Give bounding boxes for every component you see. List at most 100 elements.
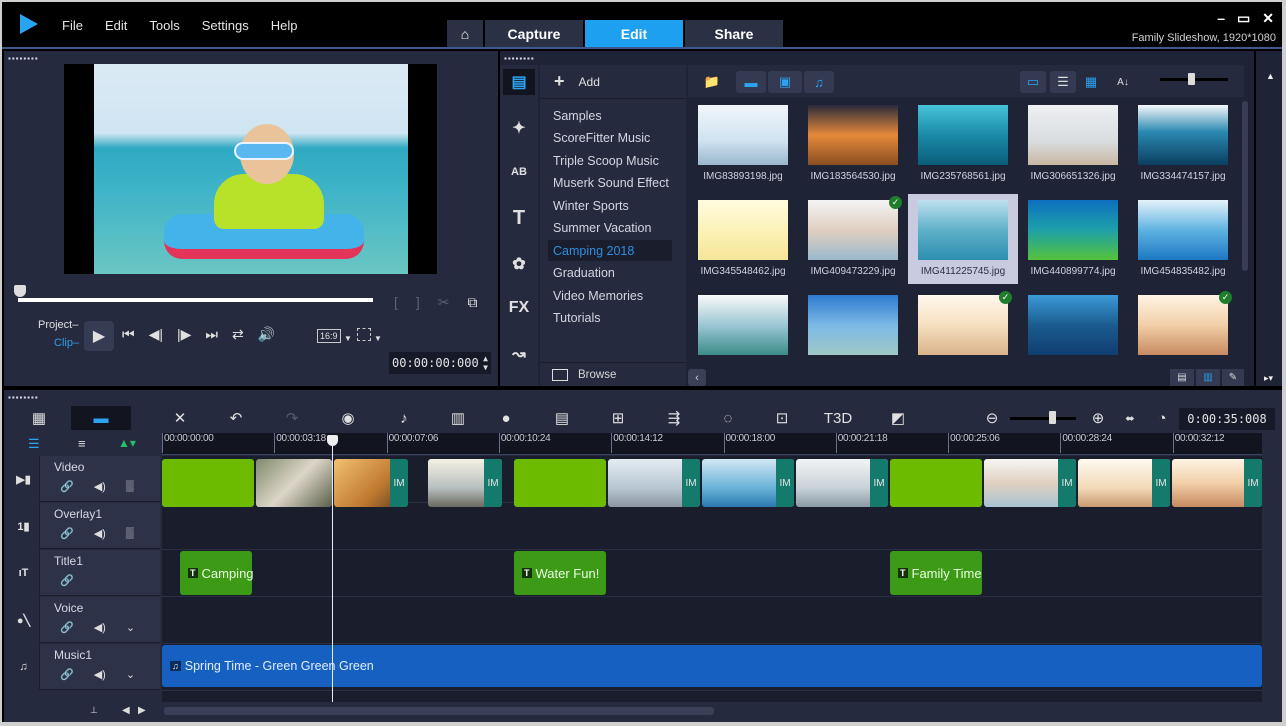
add-folder-button[interactable]: + Add (540, 65, 686, 99)
timeline-zoom-slider[interactable] (1010, 417, 1076, 420)
mute-icon[interactable]: ◀) (94, 668, 106, 681)
chevron-down-icon[interactable]: ▼ (374, 334, 382, 343)
tools-icon[interactable]: ✕ (168, 406, 192, 430)
folder-item-active[interactable]: Camping 2018 (548, 240, 672, 261)
mode-project[interactable]: Project– (38, 319, 78, 331)
playhead[interactable] (332, 436, 333, 702)
time-remapping-icon[interactable]: ⇶ (662, 406, 686, 430)
photo-clip[interactable]: IM (334, 459, 408, 507)
media-thumbnail[interactable] (1018, 289, 1128, 379)
mute-icon[interactable]: ◀) (94, 527, 106, 540)
auto-music-icon[interactable]: ▥ (446, 406, 470, 430)
minimize-button[interactable]: – (1217, 10, 1225, 27)
selection-tool-icon[interactable] (357, 328, 371, 341)
sound-mixer-icon[interactable]: ♪ (392, 406, 416, 430)
options-icon[interactable]: ▤ (1170, 369, 1194, 386)
scroll-left-icon[interactable]: ◀ (122, 705, 130, 716)
link-icon[interactable]: 🔗 (60, 480, 74, 493)
photo-clip[interactable]: IM (608, 459, 700, 507)
record-capture-icon[interactable]: ◉ (336, 406, 360, 430)
prev-frame-icon[interactable]: ◀| (149, 326, 163, 343)
folder-item[interactable]: Summer Vacation (548, 217, 672, 238)
repeat-icon[interactable]: ⇄ (232, 326, 244, 343)
folder-item[interactable]: Tutorials (548, 307, 672, 328)
chevron-down-icon[interactable]: ▼ (344, 334, 352, 343)
title-clip[interactable]: T Water Fun! (514, 551, 606, 595)
menu-help[interactable]: Help (271, 18, 298, 33)
track-header-voice[interactable]: ●╲ Voice 🔗 ◀) ⌄ (8, 597, 160, 643)
close-button[interactable]: ✕ (1262, 10, 1274, 27)
title-clip[interactable]: T Camping (180, 551, 254, 595)
menu-file[interactable]: File (62, 18, 83, 33)
media-thumbnail[interactable]: IMG334474157.jpg (1128, 99, 1238, 189)
mask-icon[interactable]: ● (494, 406, 518, 430)
collapse-left-button[interactable]: ‹ (688, 369, 706, 386)
media-thumbnail[interactable]: ✓ (1128, 289, 1238, 379)
restore-button[interactable]: ▭ (1237, 10, 1250, 27)
photo-clip[interactable]: IM (1172, 459, 1262, 507)
track-header-overlay1[interactable]: 1▮ Overlay1 🔗 ◀) ▒ (8, 503, 160, 549)
panel-grip[interactable]: ▪▪▪▪▪▪▪▪ (504, 54, 535, 63)
panel-grip[interactable]: ▪▪▪▪▪▪▪▪ (8, 393, 39, 402)
library-scrollbar[interactable] (1242, 101, 1248, 271)
tab-edit[interactable]: Edit (585, 20, 683, 48)
3d-title-icon[interactable]: T3D (824, 406, 852, 430)
scrubber-handle[interactable] (14, 285, 26, 297)
photo-clip[interactable] (256, 459, 332, 507)
multi-camera-icon[interactable]: ⊞ (606, 406, 630, 430)
path-icon[interactable]: ↝ (503, 341, 535, 367)
storyboard-view-icon[interactable]: ▦ (24, 406, 54, 430)
media-thumbnail[interactable]: IMG235768561.jpg (908, 99, 1018, 189)
title-clip[interactable]: T Family Time (890, 551, 982, 595)
list-view-icon[interactable]: ☰ (1050, 71, 1076, 93)
link-icon[interactable]: 🔗 (60, 574, 74, 587)
grid-view-icon[interactable]: ▦ (1078, 71, 1104, 93)
menu-tools[interactable]: Tools (149, 18, 179, 33)
media-thumbnail[interactable] (798, 289, 908, 379)
scroll-down-icon[interactable]: ▸▾ (1264, 373, 1273, 384)
mute-icon[interactable]: ◀) (94, 621, 106, 634)
zoom-in-icon[interactable]: ⊕ (1088, 406, 1108, 430)
scrubber-bar[interactable] (18, 298, 373, 302)
split-icon[interactable]: ✂ (438, 294, 450, 311)
timeline-scrollbar[interactable] (164, 707, 714, 715)
photo-clip[interactable]: IM (1078, 459, 1170, 507)
folder-item[interactable]: Samples (548, 105, 672, 126)
tab-share[interactable]: Share (685, 20, 783, 48)
thumbnail-view-icon[interactable]: ▭ (1020, 71, 1046, 93)
timeline-view-icon[interactable]: ▬ (71, 406, 131, 430)
ripple-edit-icon[interactable]: ▒ (126, 527, 134, 540)
track-header-title1[interactable]: ıT Title1 🔗 (8, 550, 160, 596)
photo-clip[interactable]: IM (428, 459, 502, 507)
go-to-start-icon[interactable]: ⏮ (122, 326, 135, 343)
graphics-icon[interactable]: ✿ (503, 251, 535, 277)
media-library-icon[interactable]: ▤ (503, 69, 535, 95)
chapter-marker-icon[interactable]: ▲▾ (118, 436, 136, 450)
media-thumbnail[interactable]: IMG183564530.jpg (798, 99, 908, 189)
thumb-size-knob[interactable] (1188, 73, 1195, 85)
track-header-video[interactable]: ▶▮ Video 🔗 ◀) ▒ (8, 456, 160, 502)
media-thumbnail[interactable]: IMG440899774.jpg (1018, 194, 1128, 284)
color-clip[interactable] (514, 459, 606, 507)
link-icon[interactable]: 🔗 (60, 621, 74, 634)
photo-clip[interactable]: IM (702, 459, 794, 507)
mark-out-icon[interactable]: ] (416, 294, 420, 311)
undo-icon[interactable]: ↶ (224, 406, 248, 430)
ripple-edit-icon[interactable]: ▒ (126, 480, 134, 493)
panel-grip[interactable]: ▪▪▪▪▪▪▪▪ (8, 54, 39, 63)
folder-item[interactable]: ScoreFitter Music (548, 127, 672, 148)
folder-item[interactable]: Triple Scoop Music (548, 150, 672, 171)
fx-filter-icon[interactable]: FX (503, 295, 535, 321)
menu-edit[interactable]: Edit (105, 18, 127, 33)
show-photos-icon[interactable]: ▣ (768, 71, 802, 93)
folder-item[interactable]: Winter Sports (548, 195, 672, 216)
expand-icon[interactable]: ⌄ (126, 621, 135, 634)
title-icon[interactable]: T (503, 205, 535, 231)
media-thumbnail[interactable]: ✓ (908, 289, 1018, 379)
next-frame-icon[interactable]: |▶ (177, 326, 191, 343)
show-audio-icon[interactable]: ♫ (804, 71, 834, 93)
mode-clip[interactable]: Clip– (54, 337, 79, 349)
options-side-panel[interactable]: ▲ ▸▾ (1256, 51, 1282, 386)
photo-clip[interactable]: IM (796, 459, 888, 507)
folder-item[interactable]: Video Memories (548, 285, 672, 306)
